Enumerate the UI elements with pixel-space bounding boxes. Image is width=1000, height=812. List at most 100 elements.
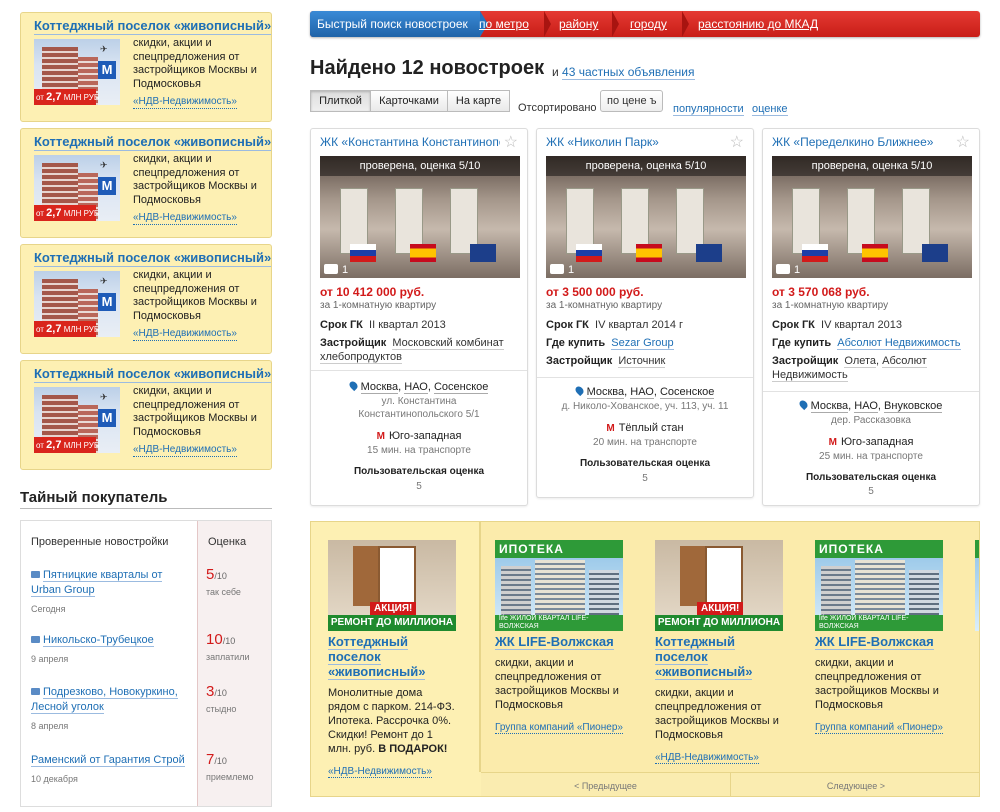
card-field: Застройщик Олета, Абсолют Недвижимость — [772, 354, 972, 382]
promo-ad[interactable]: Коттеджный поселок «живописный» ✈ М от 2… — [20, 360, 272, 470]
carousel-item[interactable]: ИПОТЕКА life ЖИЛОЙ КВАРТАЛ LIFE-ВОЛЖСКАЯ … — [815, 540, 943, 733]
project-link[interactable]: Никольско-Трубецкое — [31, 633, 191, 648]
project-link[interactable]: Раменский от Гарантия Строй — [31, 753, 191, 768]
sort-rating-link[interactable]: оценке — [752, 103, 788, 116]
list-item[interactable]: Раменский от Гарантия Строй 10 декабря — [31, 753, 191, 784]
mystery-shopper-title: Тайный покупатель — [20, 489, 168, 506]
video-icon — [31, 636, 40, 643]
card-location: Москва, НАО, Внуковское — [763, 400, 979, 413]
card-title[interactable]: ЖК «Переделкино Ближнее» — [772, 134, 952, 150]
promo-ad-title[interactable]: Коттеджный поселок «живописный» — [34, 18, 271, 35]
carousel-item-desc: скидки, акции и спецпредложения от застр… — [495, 656, 623, 712]
carousel-banner[interactable]: АКЦИЯ! РЕМОНТ ДО МИЛЛИОНА — [328, 540, 456, 631]
card-price: от 10 412 000 руб. — [320, 285, 424, 299]
promo-ad-source[interactable]: «НДВ-Недвижимость» — [133, 96, 237, 109]
carousel-banner[interactable]: ИПОТЕКА life ЖИЛОЙ КВАРТАЛ LIFE-ВОЛЖСКАЯ — [815, 540, 943, 631]
carousel-item[interactable]: АКЦИЯ! РЕМОНТ ДО МИЛЛИОНА Коттеджный посе… — [328, 540, 456, 777]
nav-by-district[interactable]: району — [559, 11, 598, 37]
card-rating: 5 — [763, 485, 979, 498]
carousel-item[interactable]: ИПОТЕКА life ЖИЛОЙ КВАРТАЛ LIFE-ВОЛЖСКАЯ … — [495, 540, 623, 733]
card-photo[interactable]: проверена, оценка 5/10 1 — [320, 156, 520, 278]
promo-ad-title[interactable]: Коттеджный поселок «живописный» — [34, 134, 271, 151]
promo-ad-source[interactable]: «НДВ-Недвижимость» — [133, 212, 237, 225]
plane-icon: ✈ — [100, 161, 116, 169]
card-title[interactable]: ЖК «Николин Парк» — [546, 134, 726, 150]
promo-ad-title[interactable]: Коттеджный поселок «живописный» — [34, 250, 271, 267]
score-cell: 3/10 стыдно — [206, 683, 236, 714]
list-item[interactable]: Подрезково, Новокуркино, Лесной уголок 8… — [31, 685, 191, 731]
list-item[interactable]: Никольско-Трубецкое 9 апреля — [31, 633, 191, 664]
metro-icon: М — [829, 437, 837, 448]
verified-badge: проверена, оценка 5/10 — [772, 156, 972, 176]
carousel-item-partial[interactable] — [975, 540, 980, 631]
nav-by-metro[interactable]: по метро — [479, 11, 529, 37]
score-cell: 10/10 заплатили — [206, 631, 250, 662]
carousel-banner[interactable]: ИПОТЕКА life ЖИЛОЙ КВАРТАЛ LIFE-ВОЛЖСКАЯ — [495, 540, 623, 631]
photo-count: 1 — [324, 264, 348, 276]
promo-ad-image[interactable]: ✈ М от 2,7 МЛН РУБ — [34, 271, 120, 337]
sort-price-button[interactable]: по цене ъ — [600, 90, 663, 112]
seller-link[interactable]: Абсолют Недвижимость — [837, 337, 960, 350]
project-link[interactable]: Подрезково, Новокуркино, Лесной уголок — [31, 685, 191, 715]
promo-ad-title[interactable]: Коттеджный поселок «живописный» — [34, 366, 271, 383]
card-photo[interactable]: проверена, оценка 5/10 1 — [546, 156, 746, 278]
promo-ad-image[interactable]: ✈ М от 2,7 МЛН РУБ — [34, 39, 120, 105]
star-icon[interactable]: ☆ — [730, 132, 744, 152]
nav-by-city[interactable]: городу — [630, 11, 667, 37]
quick-search-tab[interactable]: Быстрый поиск новостроек — [310, 11, 480, 37]
seller-link[interactable]: Sezar Group — [611, 337, 673, 350]
carousel-item-title[interactable]: Коттеджный поселок «живописный» — [328, 634, 456, 679]
carousel-banner[interactable] — [975, 540, 980, 631]
sort-popularity-link[interactable]: популярности — [673, 103, 744, 116]
metro-icon: М — [377, 431, 385, 442]
card-metro: М Юго-западная — [763, 436, 979, 449]
view-map-button[interactable]: На карте — [447, 90, 510, 112]
nav-by-mkad-distance[interactable]: расстоянию до МКАД — [698, 11, 818, 37]
list-item[interactable]: Пятницкие кварталы от Urban Group Сегод… — [31, 568, 191, 614]
promo-ad-text: скидки, акции и спецпредложения от застр… — [133, 385, 268, 439]
promo-ad-text: скидки, акции и спецпредложения от застр… — [133, 153, 268, 207]
view-cards-button[interactable]: Карточками — [370, 90, 448, 112]
carousel-item-title[interactable]: ЖК LIFE-Волжская — [815, 634, 943, 649]
promo-ad[interactable]: Коттеджный поселок «живописный» ✈ М от 2… — [20, 12, 272, 122]
card-photo[interactable]: проверена, оценка 5/10 1 — [772, 156, 972, 278]
promo-ad-image[interactable]: ✈ М от 2,7 МЛН РУБ — [34, 155, 120, 221]
card-metro: М Юго-западная — [311, 430, 527, 443]
star-icon[interactable]: ☆ — [504, 132, 518, 152]
card-address: дер. Рассказовка — [763, 414, 979, 427]
plane-icon: ✈ — [100, 393, 116, 401]
carousel-item-title[interactable]: Коттеджный поселок «живописный» — [655, 634, 783, 679]
promo-ad-image[interactable]: ✈ М от 2,7 МЛН РУБ — [34, 387, 120, 453]
promo-ad-text: скидки, акции и спецпредложения от застр… — [133, 269, 268, 323]
carousel-item-desc: Монолитные дома рядом с парком. 214-ФЗ. … — [328, 686, 456, 756]
card-price-sub: за 1-комнатную квартиру — [320, 300, 436, 311]
private-ads-link[interactable]: 43 частных объявления — [562, 65, 694, 80]
carousel-prev-button[interactable]: < Предыдущее — [481, 772, 731, 797]
promo-ad[interactable]: Коттеджный поселок «живописный» ✈ М от 2… — [20, 244, 272, 354]
property-card[interactable]: ЖК «Николин Парк» ☆ проверена, оценка 5/… — [536, 128, 754, 498]
carousel-next-button[interactable]: Следующее > — [731, 772, 980, 797]
carousel-item-title[interactable]: ЖК LIFE-Волжская — [495, 634, 623, 649]
carousel-item-source[interactable]: Группа компаний «Пионер» — [495, 722, 623, 733]
carousel-banner[interactable]: АКЦИЯ! РЕМОНТ ДО МИЛЛИОНА — [655, 540, 783, 631]
property-card[interactable]: ЖК «Переделкино Ближнее» ☆ проверена, оц… — [762, 128, 980, 506]
promo-ad-source[interactable]: «НДВ-Недвижимость» — [133, 328, 237, 341]
carousel-item-source[interactable]: «НДВ-Недвижимость» — [328, 766, 456, 777]
card-rating-label: Пользовательская оценка — [763, 471, 979, 484]
promo-ad-source[interactable]: «НДВ-Недвижимость» — [133, 444, 237, 457]
results-title: Найдено 12 новостроек — [310, 57, 544, 80]
nav-separator — [612, 11, 619, 37]
property-card[interactable]: ЖК «Константина Константинопо ☆ проверен… — [310, 128, 528, 506]
carousel-item[interactable]: АКЦИЯ! РЕМОНТ ДО МИЛЛИОНА Коттеджный посе… — [655, 540, 783, 763]
project-date: 9 апреля — [31, 654, 191, 664]
promo-price-badge: от 2,7 МЛН РУБ — [34, 89, 96, 105]
score-cell: 5/10 так себе — [206, 566, 241, 597]
view-tiles-button[interactable]: Плиткой — [310, 90, 371, 112]
project-link[interactable]: Пятницкие кварталы от Urban Group — [31, 568, 191, 598]
star-icon[interactable]: ☆ — [956, 132, 970, 152]
carousel-item-source[interactable]: Группа компаний «Пионер» — [815, 722, 943, 733]
card-location: Москва, НАО, Сосенское — [537, 386, 753, 399]
promo-ad[interactable]: Коттеджный поселок «живописный» ✈ М от 2… — [20, 128, 272, 238]
card-title[interactable]: ЖК «Константина Константинопо — [320, 134, 500, 150]
carousel-item-source[interactable]: «НДВ-Недвижимость» — [655, 752, 783, 763]
